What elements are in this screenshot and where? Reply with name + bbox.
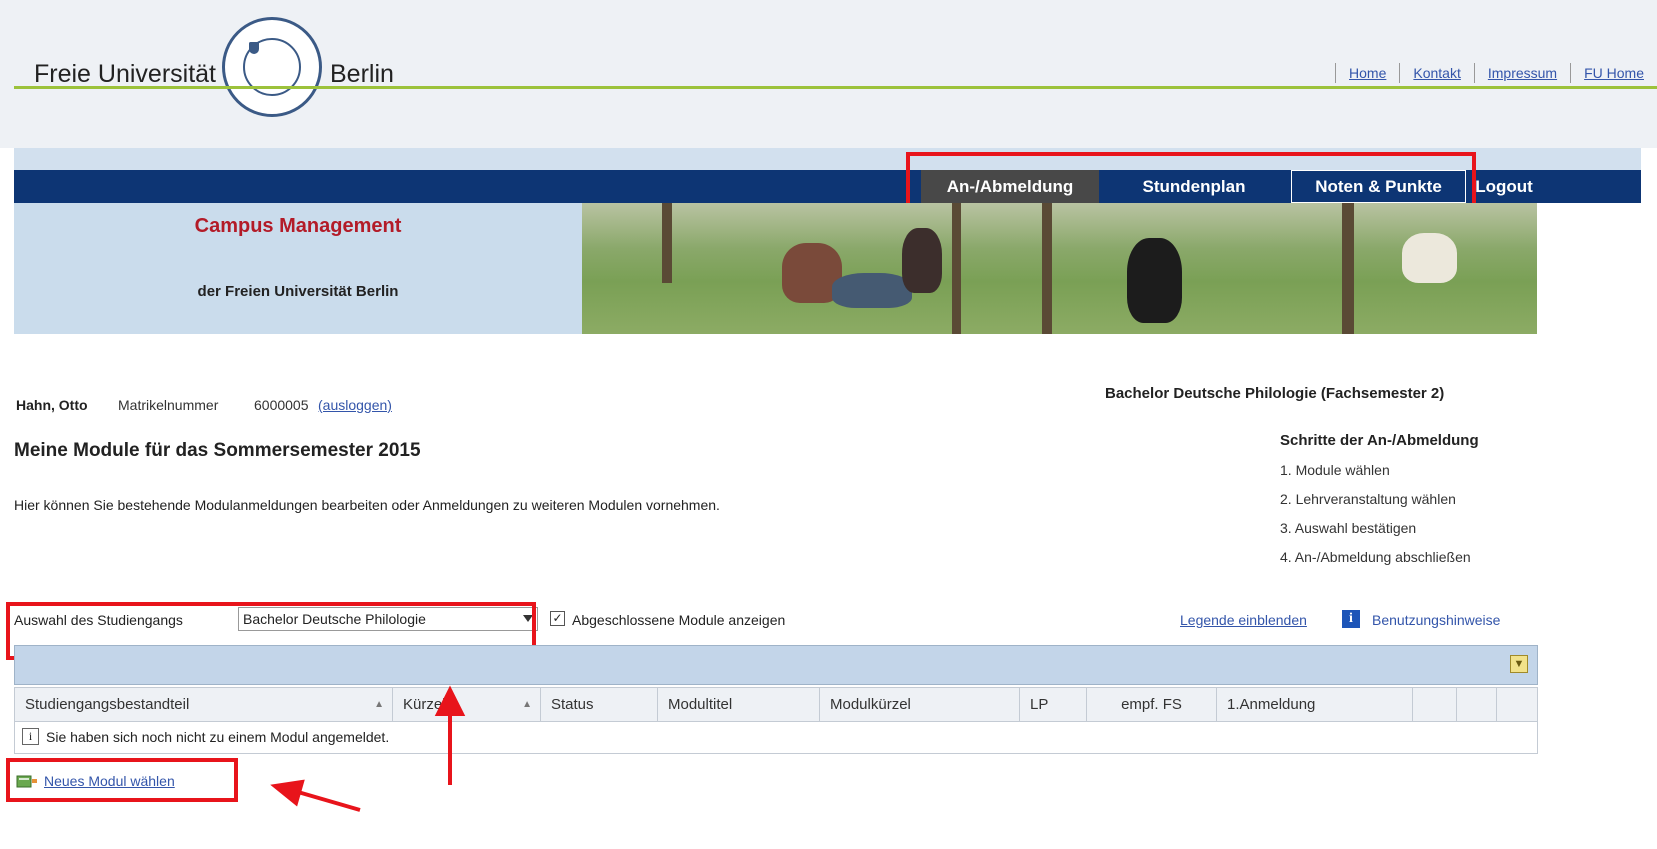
arrow-left-line — [297, 790, 361, 812]
arrow-up-head — [434, 685, 466, 716]
annotation-arrows — [270, 685, 466, 812]
arrow-left-head — [270, 779, 305, 807]
